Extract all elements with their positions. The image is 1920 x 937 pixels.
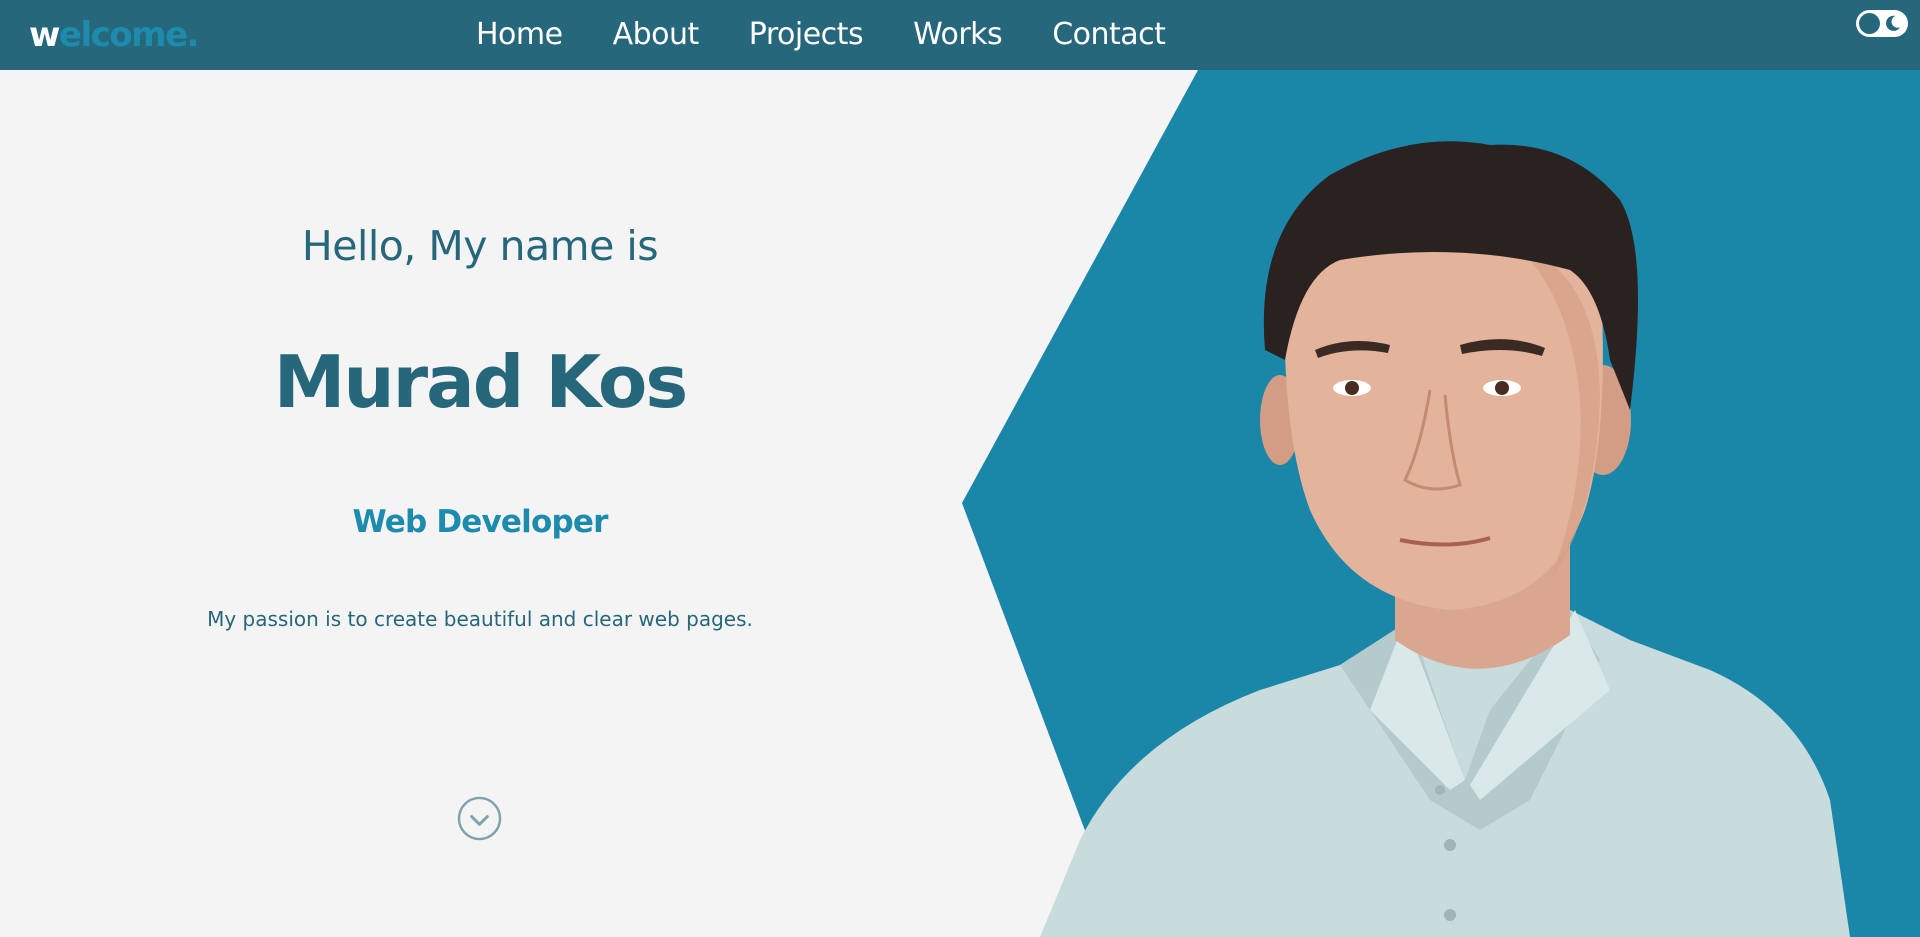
role-title: Web Developer <box>352 504 608 540</box>
theme-toggle[interactable] <box>1856 10 1908 37</box>
nav-link-contact[interactable]: Contact <box>1052 0 1166 70</box>
hero-section: Hello, My name is Murad Kos Web Develope… <box>0 70 1920 937</box>
nav-link-works[interactable]: Works <box>913 0 1003 70</box>
toggle-knob <box>1859 13 1880 34</box>
logo-first-letter: w <box>29 15 60 55</box>
tagline-text: My passion is to create beautiful and cl… <box>207 607 753 631</box>
logo-rest: elcome. <box>58 15 200 55</box>
nav-link-about[interactable]: About <box>613 0 700 70</box>
chevron-down-icon[interactable] <box>457 796 502 841</box>
navbar: welcome. Home About Projects Works Conta… <box>0 0 1920 70</box>
nav-menu: Home About Projects Works Contact <box>476 0 1166 70</box>
person-name: Murad Kos <box>273 340 688 424</box>
logo[interactable]: welcome. <box>29 15 200 55</box>
moon-icon <box>1886 15 1901 31</box>
nav-link-projects[interactable]: Projects <box>749 0 864 70</box>
greeting-text: Hello, My name is <box>301 222 659 270</box>
nav-link-home[interactable]: Home <box>476 0 563 70</box>
profile-photo <box>1040 141 1850 937</box>
